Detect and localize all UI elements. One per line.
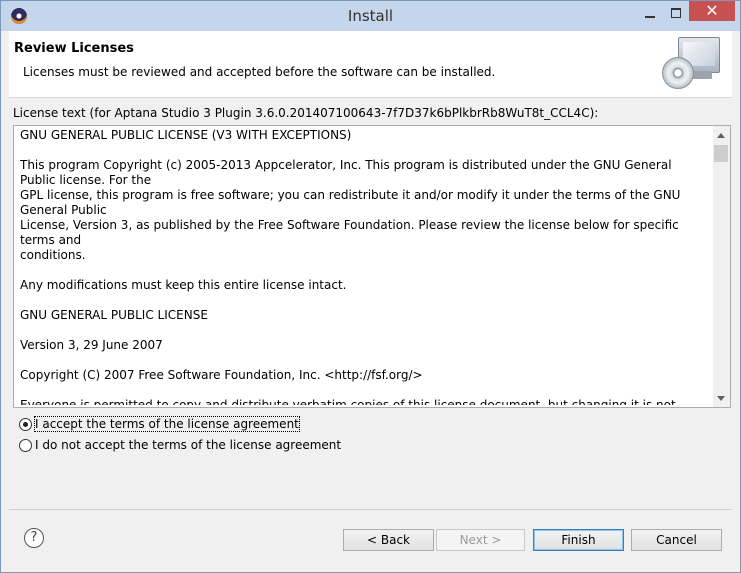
maximize-button[interactable] <box>663 3 689 23</box>
license-paragraph: GNU GENERAL PUBLIC LICENSE <box>20 308 208 322</box>
install-dialog: Install ✕ Review Licenses Licenses must … <box>0 0 741 573</box>
license-paragraph: Everyone is permitted to copy and distri… <box>20 398 676 405</box>
accept-option[interactable]: I accept the terms of the license agreem… <box>19 415 300 433</box>
license-paragraph: GNU GENERAL PUBLIC LICENSE (V3 WITH EXCE… <box>20 128 352 142</box>
close-button[interactable]: ✕ <box>689 1 735 21</box>
scroll-down-arrow-icon[interactable] <box>717 396 725 401</box>
wizard-header: Review Licenses Licenses must be reviewe… <box>9 31 732 98</box>
vertical-scrollbar[interactable] <box>713 126 730 407</box>
back-button[interactable]: < Back <box>343 529 434 551</box>
button-bar-separator <box>9 509 732 510</box>
page-description: Licenses must be reviewed and accepted b… <box>23 65 496 79</box>
decline-label[interactable]: I do not accept the terms of the license… <box>35 438 341 452</box>
license-text-area[interactable]: GNU GENERAL PUBLIC LICENSE (V3 WITH EXCE… <box>13 125 731 408</box>
accept-radio[interactable] <box>19 417 32 431</box>
window-title: Install <box>347 7 394 25</box>
cancel-button[interactable]: Cancel <box>631 529 722 551</box>
minimize-button[interactable] <box>637 3 663 23</box>
scroll-up-arrow-icon[interactable] <box>717 133 725 138</box>
license-paragraph: Copyright (C) 2007 Free Software Foundat… <box>20 368 423 382</box>
install-computer-icon <box>658 35 728 93</box>
license-paragraph: Any modifications must keep this entire … <box>20 278 347 292</box>
decline-option[interactable]: I do not accept the terms of the license… <box>19 436 341 454</box>
license-paragraph: This program Copyright (c) 2005-2013 App… <box>20 158 681 262</box>
next-button: Next > <box>436 529 525 551</box>
cd-icon <box>662 57 694 89</box>
license-paragraph: Version 3, 29 June 2007 <box>20 338 163 352</box>
title-bar: Install ✕ <box>1 1 740 31</box>
finish-button[interactable]: Finish <box>533 529 624 551</box>
scrollbar-thumb[interactable] <box>714 145 728 162</box>
help-icon[interactable]: ? <box>24 528 44 548</box>
page-title: Review Licenses <box>14 41 134 56</box>
license-text-label: License text (for Aptana Studio 3 Plugin… <box>13 106 599 120</box>
license-text-content: GNU GENERAL PUBLIC LICENSE (V3 WITH EXCE… <box>20 128 710 405</box>
decline-radio[interactable] <box>19 438 32 452</box>
accept-label[interactable]: I accept the terms of the license agreem… <box>34 416 300 432</box>
